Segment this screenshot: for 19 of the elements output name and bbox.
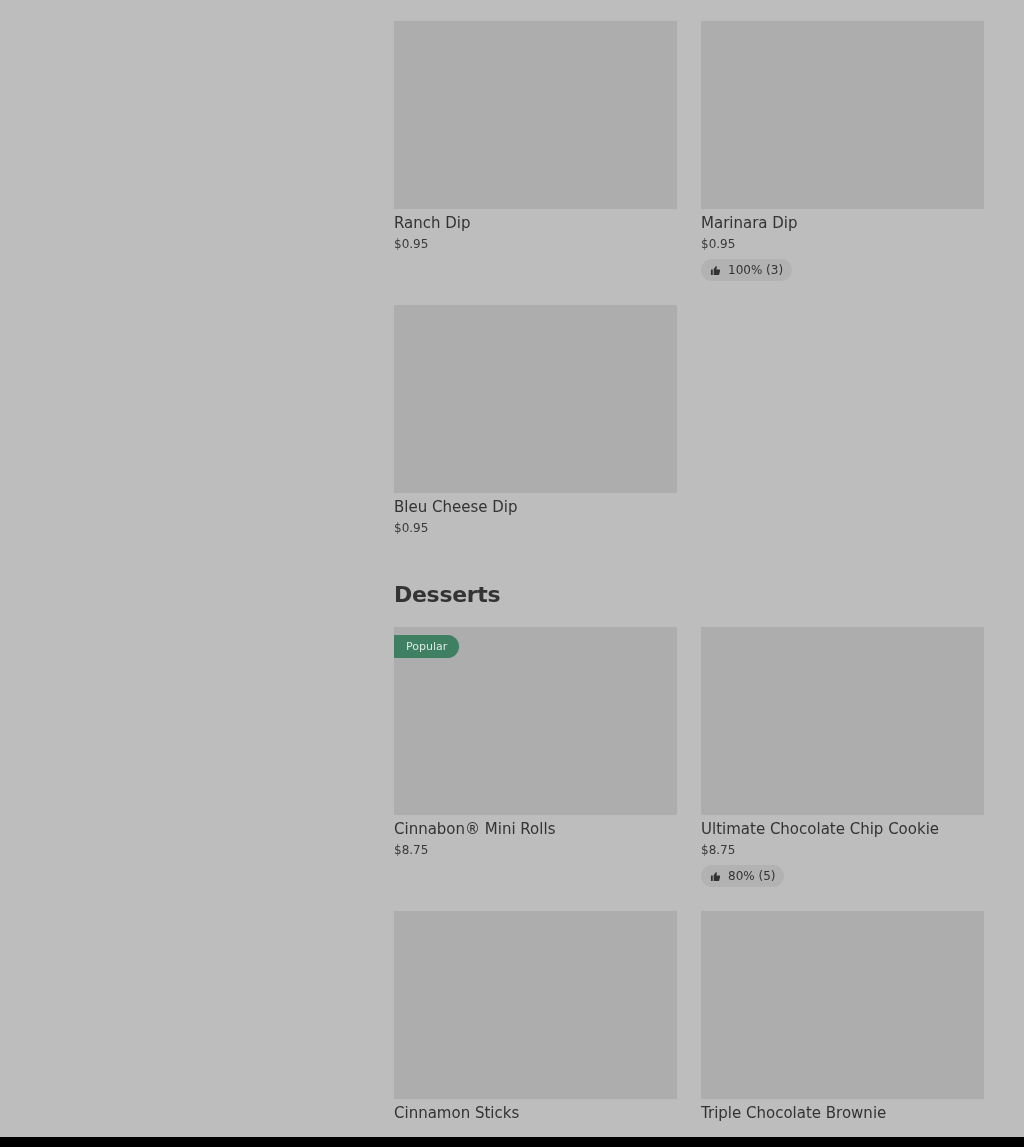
item-price: $8.75 <box>701 842 736 859</box>
item-name[interactable]: Marinara Dip <box>701 213 798 233</box>
item-name[interactable]: Cinnabon® Mini Rolls <box>394 819 556 839</box>
item-price: $8.75 <box>394 842 429 859</box>
popular-badge: Popular <box>394 635 460 658</box>
item-name[interactable]: Bleu Cheese Dip <box>394 497 518 517</box>
item-price: $0.95 <box>394 236 429 253</box>
thumbs-up-icon <box>710 264 721 276</box>
item-name[interactable]: Ranch Dip <box>394 213 471 233</box>
section-heading: Desserts <box>394 581 502 609</box>
item-name[interactable]: Ultimate Chocolate Chip Cookie <box>701 819 940 839</box>
item-name[interactable]: Triple Chocolate Brownie <box>701 1103 887 1123</box>
thumbs-up-icon <box>710 870 721 882</box>
item-image[interactable]: Popular <box>394 627 677 815</box>
rating-text: 100% (3) <box>728 262 784 278</box>
rating-text: 80% (5) <box>728 868 776 884</box>
item-price: $0.95 <box>394 520 429 537</box>
item-name[interactable]: Cinnamon Sticks <box>394 1103 520 1123</box>
item-price: $0.95 <box>701 236 736 253</box>
